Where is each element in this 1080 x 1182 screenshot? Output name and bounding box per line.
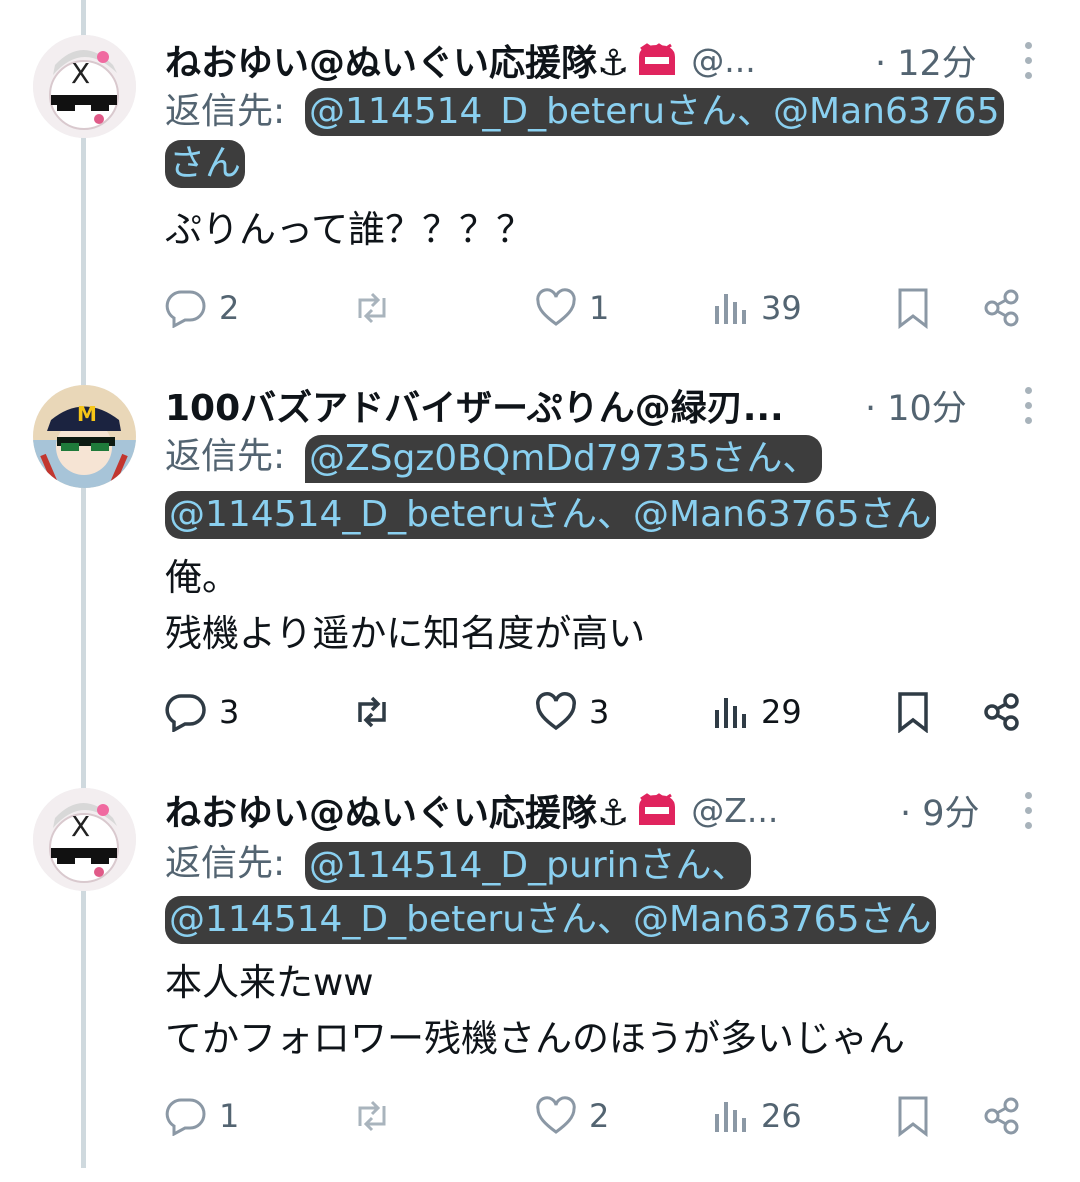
display-name[interactable]: 100バズアドバイザーぷりん@緑刃... — [165, 379, 784, 431]
mention-line[interactable]: @114514_D_beteruさん、@Man63765さん — [165, 491, 936, 539]
like-count: 2 — [589, 1097, 610, 1135]
retweet-button[interactable] — [350, 687, 394, 737]
tweet-header: ねおゆい@ぬいぐい応援隊⚓ @... · 12分 — [165, 30, 1015, 90]
reply-button[interactable]: 1 — [165, 1091, 239, 1141]
share-icon — [982, 692, 1022, 732]
retweet-icon — [350, 1096, 394, 1136]
retweet-icon — [350, 692, 394, 732]
handle[interactable]: @Z... — [691, 791, 778, 830]
avatar[interactable]: M — [33, 385, 136, 488]
like-button[interactable]: 1 — [535, 283, 609, 333]
avatar[interactable]: X — [33, 35, 136, 138]
reply-button[interactable]: 3 — [165, 687, 239, 737]
retweet-icon — [350, 288, 394, 328]
like-icon — [535, 692, 577, 732]
bookmark-icon — [895, 691, 931, 733]
reply-button[interactable]: 2 — [165, 283, 239, 333]
tweet-text: 俺。 残機より遥かに知名度が高い — [165, 556, 646, 655]
reply-label: 返信先: — [165, 843, 286, 884]
views-button[interactable]: 29 — [713, 687, 802, 737]
reply-icon — [165, 1096, 207, 1136]
views-button[interactable]: 26 — [713, 1091, 802, 1141]
bookmark-icon — [895, 287, 931, 329]
views-icon — [713, 1096, 749, 1136]
more-icon[interactable] — [1020, 375, 1036, 435]
like-button[interactable]: 2 — [535, 1091, 609, 1141]
action-bar: 2 1 39 — [165, 283, 1035, 333]
bookmark-button[interactable] — [895, 1091, 931, 1141]
like-icon — [535, 1096, 577, 1136]
mention-line[interactable]: さん — [165, 140, 246, 188]
action-bar: 1 2 26 — [165, 1091, 1035, 1141]
bookmark-icon — [895, 1095, 931, 1137]
like-count: 3 — [589, 693, 610, 731]
mention-line[interactable]: @114514_D_purinさん、 — [305, 842, 752, 890]
share-button[interactable] — [982, 283, 1022, 333]
like-count: 1 — [589, 289, 610, 327]
badge-icon — [635, 43, 679, 77]
timestamp[interactable]: · 9分 — [900, 785, 980, 836]
like-icon — [535, 288, 577, 328]
timestamp[interactable]: · 12分 — [875, 35, 977, 86]
share-button[interactable] — [982, 687, 1022, 737]
reply-label: 返信先: — [165, 436, 286, 477]
thread-line — [81, 0, 86, 1168]
views-icon — [713, 692, 749, 732]
share-button[interactable] — [982, 1091, 1022, 1141]
svg-text:X: X — [71, 57, 90, 90]
tweet-text: ぷりんって誰？？？？ — [165, 208, 534, 251]
tweet-text: 本人来たww てかフォロワー残機さんのほうが多いじゃん — [165, 961, 905, 1060]
mention-line[interactable]: @114514_D_beteruさん、@Man63765 — [305, 88, 1004, 136]
action-bar: 3 3 29 — [165, 687, 1035, 737]
mention-line[interactable]: @ZSgz0BQmDd79735さん、 — [305, 435, 823, 483]
svg-text:M: M — [77, 402, 97, 426]
avatar[interactable]: X — [33, 788, 136, 891]
svg-text:X: X — [71, 810, 90, 843]
reply-count: 3 — [219, 693, 240, 731]
more-icon[interactable] — [1020, 780, 1036, 840]
more-icon[interactable] — [1020, 30, 1036, 90]
reply-label: 返信先: — [165, 91, 286, 132]
display-name[interactable]: ねおゆい@ぬいぐい応援隊⚓ — [165, 34, 629, 86]
tweet-header: ねおゆい@ぬいぐい応援隊⚓ @Z... · 9分 — [165, 780, 1015, 840]
tweet-header: 100バズアドバイザーぷりん@緑刃... · 10分 — [165, 375, 1015, 435]
retweet-button[interactable] — [350, 283, 394, 333]
badge-icon — [635, 793, 679, 827]
reply-icon — [165, 288, 207, 328]
like-button[interactable]: 3 — [535, 687, 609, 737]
reply-count: 1 — [219, 1097, 240, 1135]
retweet-button[interactable] — [350, 1091, 394, 1141]
display-name[interactable]: ねおゆい@ぬいぐい応援隊⚓ — [165, 784, 629, 836]
timestamp[interactable]: · 10分 — [865, 380, 967, 431]
bookmark-button[interactable] — [895, 283, 931, 333]
views-button[interactable]: 39 — [713, 283, 802, 333]
bookmark-button[interactable] — [895, 687, 931, 737]
reply-count: 2 — [219, 289, 240, 327]
views-count: 26 — [761, 1097, 802, 1135]
views-icon — [713, 288, 749, 328]
views-count: 29 — [761, 693, 802, 731]
share-icon — [982, 288, 1022, 328]
views-count: 39 — [761, 289, 802, 327]
share-icon — [982, 1096, 1022, 1136]
handle[interactable]: @... — [691, 41, 755, 80]
mention-line[interactable]: @114514_D_beteruさん、@Man63765さん — [165, 896, 936, 944]
reply-icon — [165, 692, 207, 732]
